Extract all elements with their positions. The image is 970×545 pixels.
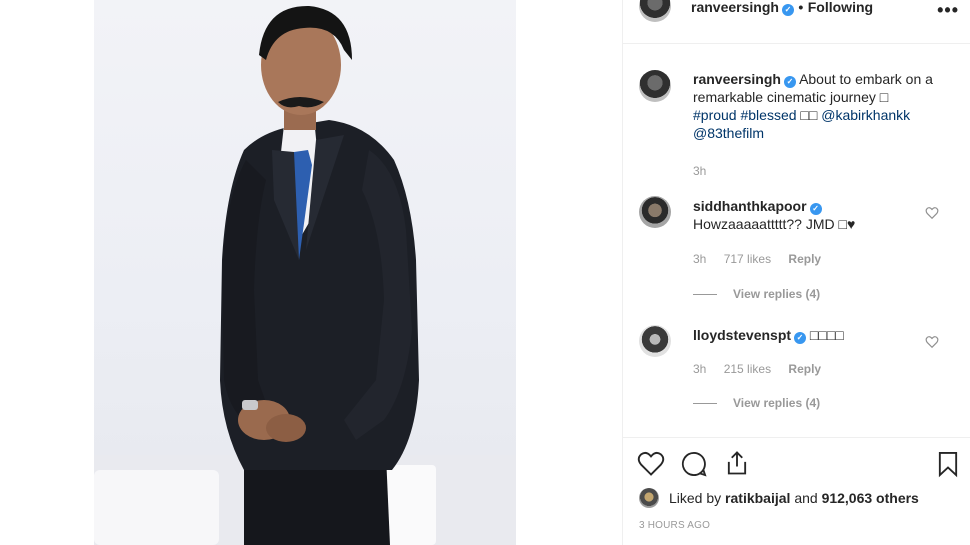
commenter-avatar[interactable] [639, 325, 671, 357]
verified-badge-icon: ✓ [781, 4, 794, 16]
comment-like-heart-icon[interactable] [925, 335, 939, 349]
comment-meta: 3h 215 likes Reply [693, 360, 835, 378]
mention-83thefilm[interactable]: @83thefilm [693, 125, 764, 141]
author-line: ranveersingh ✓ • Following [691, 0, 873, 17]
comment-body: □□□□ [809, 327, 844, 343]
following-button[interactable]: Following [808, 0, 873, 15]
commenter-username[interactable]: siddhanthkapoor [693, 198, 807, 214]
caption-username[interactable]: ranveersingh [693, 71, 781, 87]
view-replies[interactable]: View replies (4) [693, 394, 820, 412]
post-sidebar: ranveersingh ✓ • Following ••• ranveersin… [622, 0, 970, 545]
caption-line2: remarkable cinematic journey □ [693, 89, 889, 105]
hashtag-blessed[interactable]: #blessed [740, 107, 796, 123]
view-replies-label[interactable]: View replies (4) [733, 396, 820, 410]
author-username[interactable]: ranveersingh [691, 0, 779, 15]
comment-item: lloydstevenspt ✓ □□□□ 3h 215 likes Reply … [639, 325, 959, 433]
comment-like-heart-icon[interactable] [925, 206, 939, 220]
comment-icon[interactable] [680, 450, 708, 478]
likes-middle: and [794, 490, 818, 506]
share-icon[interactable] [723, 449, 751, 477]
liker-username[interactable]: ratikbaijal [725, 490, 790, 506]
comment-text: siddhanthkapoor ✓ Howzaaaaattttt?? JMD □♥ [693, 197, 953, 233]
commenter-avatar[interactable] [639, 196, 671, 228]
comment-item: siddhanthkapoor ✓ Howzaaaaattttt?? JMD □♥… [639, 196, 959, 304]
comment-likes[interactable]: 215 likes [724, 362, 771, 376]
replies-divider [693, 294, 717, 296]
photo-illustration [94, 5, 516, 545]
view-replies-label[interactable]: View replies (4) [733, 287, 820, 301]
bookmark-icon[interactable] [934, 450, 962, 478]
likes-count[interactable]: 912,063 others [822, 490, 919, 506]
view-replies[interactable]: View replies (4) [693, 285, 820, 303]
caption-avatar[interactable] [639, 70, 671, 102]
caption: ranveersingh ✓ About to embark on a remar… [639, 70, 959, 180]
likes-summary: Liked by ratikbaijal and 912,063 others [639, 488, 919, 508]
post-header: ranveersingh ✓ • Following ••• [623, 0, 970, 44]
author-avatar[interactable] [639, 0, 671, 22]
caption-text: ranveersingh ✓ About to embark on a remar… [693, 70, 953, 142]
caption-line1: About to embark on a [799, 71, 933, 87]
mention-kabirkhankk[interactable]: @kabirkhankk [821, 107, 910, 123]
caption-time[interactable]: 3h [693, 164, 706, 178]
more-options-icon[interactable]: ••• [937, 0, 959, 21]
heart-icon[interactable] [637, 450, 665, 478]
comment-time[interactable]: 3h [693, 252, 706, 266]
comment-body: Howzaaaaattttt?? JMD □♥ [693, 216, 856, 232]
comment-meta: 3h 717 likes Reply [693, 250, 835, 268]
post-media-area [0, 0, 622, 545]
post-timestamp[interactable]: 3 HOURS AGO [639, 520, 710, 531]
comment-text: lloydstevenspt ✓ □□□□ [693, 326, 953, 344]
reply-button[interactable]: Reply [788, 362, 821, 376]
post-actions: Liked by ratikbaijal and 912,063 others … [623, 437, 970, 545]
verified-badge-icon: ✓ [809, 203, 822, 215]
replies-divider [693, 403, 717, 405]
likes-prefix: Liked by [669, 490, 722, 506]
post-photo[interactable] [94, 0, 516, 545]
comment-likes[interactable]: 717 likes [724, 252, 771, 266]
comment-time[interactable]: 3h [693, 362, 706, 376]
caption-meta: 3h [693, 162, 720, 180]
commenter-username[interactable]: lloydstevenspt [693, 327, 791, 343]
hashtag-proud[interactable]: #proud [693, 107, 737, 123]
reply-button[interactable]: Reply [788, 252, 821, 266]
liker-avatar[interactable] [639, 488, 659, 508]
verified-badge-icon: ✓ [794, 332, 807, 344]
caption-emoji: □□ [800, 107, 818, 123]
follow-separator: • [798, 0, 804, 15]
verified-badge-icon: ✓ [783, 76, 796, 88]
